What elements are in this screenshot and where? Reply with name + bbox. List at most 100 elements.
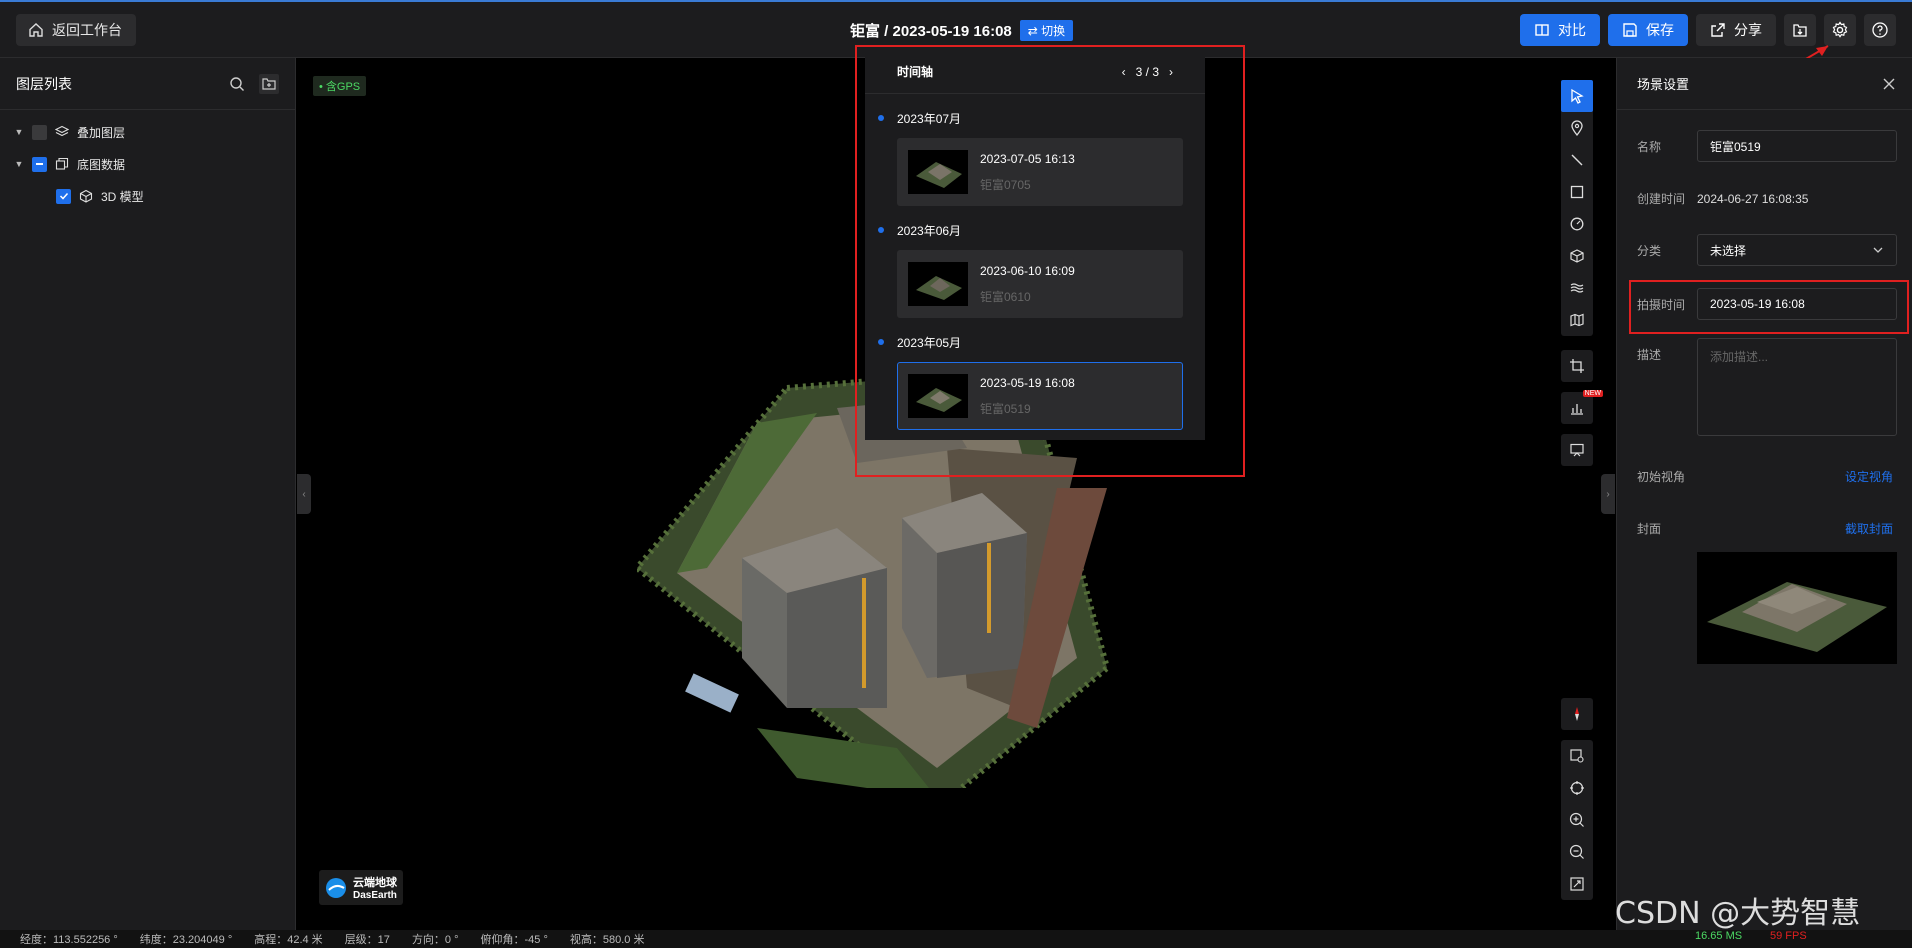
chart-toolbar: NEW <box>1561 390 1603 424</box>
settings-header: 场景设置 <box>1617 58 1912 110</box>
collapse-left-panel-button[interactable]: ‹ <box>297 474 311 514</box>
timeline-card[interactable]: 2023-06-10 16:09 钜富0610 <box>897 250 1183 318</box>
shot-time-field[interactable]: 2023-05-19 16:08 <box>1697 288 1897 320</box>
screen-toolbar <box>1561 434 1593 466</box>
layer-panel-title: 图层列表 <box>16 75 72 92</box>
fullscreen-icon <box>1570 877 1584 891</box>
tree-item-overlay[interactable]: ▼ 叠加图层 <box>0 116 295 148</box>
compass-button[interactable] <box>1561 698 1593 730</box>
save-icon <box>1623 23 1637 37</box>
name-field[interactable]: 钜富0519 <box>1697 130 1897 162</box>
map-tool[interactable] <box>1561 304 1593 336</box>
folder-download-icon <box>1793 24 1807 37</box>
heading-readout: 方向：0 ° <box>411 934 459 946</box>
timeline-dot <box>878 115 884 121</box>
description-textarea[interactable]: 添加描述... <box>1697 338 1897 436</box>
name-label: 名称 <box>1637 139 1662 154</box>
collapse-right-panel-button[interactable]: › <box>1601 474 1615 514</box>
draw-toolbar <box>1561 80 1593 336</box>
monitor-icon <box>1570 443 1584 457</box>
dasearth-logo: 云端地球 DasEarth <box>319 870 403 905</box>
timeline-popup: 时间轴 ‹ 3 / 3 › 2023年07月 2023-07-05 16:13 … <box>865 50 1205 440</box>
chevron-left-icon[interactable]: ‹ <box>1122 65 1126 79</box>
scene-name: 钜富0519 <box>980 401 1031 416</box>
category-value: 未选择 <box>1710 243 1747 258</box>
add-folder-button[interactable] <box>259 73 279 94</box>
circle-tool[interactable] <box>1561 208 1593 240</box>
chevron-right-icon[interactable]: › <box>1169 65 1173 79</box>
shot-time-row: 拍摄时间 2023-05-19 16:08 <box>1637 288 1897 320</box>
checkbox-basemap[interactable] <box>32 156 47 172</box>
presentation-tool[interactable] <box>1561 434 1593 466</box>
circle-icon <box>1570 217 1584 231</box>
fullscreen-tool[interactable] <box>1561 868 1593 900</box>
capture-cover-link[interactable]: 截取封面 <box>1845 520 1893 537</box>
zoom-in-tool[interactable] <box>1561 804 1593 836</box>
description-placeholder: 添加描述... <box>1710 350 1769 364</box>
tree-item-3d-model[interactable]: 3D 模型 <box>0 180 295 212</box>
view-height-readout: 视高：580.0 米 <box>569 934 645 946</box>
timeline-month: 2023年07月 <box>865 106 1205 130</box>
timeline-header: 时间轴 ‹ 3 / 3 › <box>865 50 1205 94</box>
chevron-down-icon[interactable]: ▼ <box>14 127 24 137</box>
cursor-icon <box>1571 88 1584 104</box>
initial-view-row: 初始视角 设定视角 <box>1637 468 1893 485</box>
category-row: 分类 未选择 <box>1637 234 1897 266</box>
check-icon <box>59 192 68 200</box>
line-icon <box>1571 154 1583 166</box>
zoom-out-tool[interactable] <box>1561 836 1593 868</box>
checkbox-3d-model[interactable] <box>56 188 71 204</box>
scene-date: 2023-05-19 16:08 <box>980 375 1075 390</box>
home-icon <box>29 23 43 37</box>
view-settings-icon <box>1570 749 1584 763</box>
help-icon <box>1872 22 1888 38</box>
point-tool[interactable] <box>1561 112 1593 144</box>
tree-item-label: 3D 模型 <box>101 189 144 204</box>
zoom-out-icon <box>1569 844 1584 859</box>
timeline-title: 时间轴 <box>897 65 934 79</box>
tree-item-label: 叠加图层 <box>77 125 126 140</box>
close-icon[interactable] <box>1882 77 1896 91</box>
view-settings-tool[interactable] <box>1561 740 1593 772</box>
cover-row: 封面 截取封面 <box>1637 520 1893 537</box>
crop-tool[interactable] <box>1561 350 1593 382</box>
add-folder-icon <box>262 77 276 90</box>
analysis-toolbar <box>1561 350 1593 382</box>
level-readout: 层级：17 <box>344 934 390 946</box>
category-select[interactable]: 未选择 <box>1697 234 1897 266</box>
locate-tool[interactable] <box>1561 772 1593 804</box>
compass-toolbar <box>1561 698 1593 730</box>
rectangle-tool[interactable] <box>1561 176 1593 208</box>
name-value: 钜富0519 <box>1710 139 1761 154</box>
scene-settings-panel: 场景设置 名称 钜富0519 创建时间 2024-06-27 16:08:35 … <box>1616 58 1912 930</box>
line-tool[interactable] <box>1561 144 1593 176</box>
compare-icon <box>1535 24 1549 36</box>
layer-panel: 图层列表 ▼ 叠加图层 ▼ 底图数据 3D 模型 <box>0 58 296 930</box>
save-button[interactable]: 保存 <box>1608 14 1688 46</box>
set-view-link[interactable]: 设定视角 <box>1845 468 1893 485</box>
scene-thumbnail <box>908 374 968 418</box>
month-label: 2023年06月 <box>897 223 962 238</box>
switch-button[interactable]: ⇄ 切换 <box>1019 20 1074 41</box>
copy-stack-icon <box>55 157 69 170</box>
scene-name: 钜富0610 <box>980 289 1031 304</box>
status-bar: 经度：113.552256 ° 纬度：23.204049 ° 高程：42.4 米… <box>0 930 1912 948</box>
timeline-card[interactable]: 2023-07-05 16:13 钜富0705 <box>897 138 1183 206</box>
timeline-dot <box>878 339 884 345</box>
select-tool[interactable] <box>1561 80 1593 112</box>
timeline-card-selected[interactable]: 2023-05-19 16:08 钜富0519 <box>897 362 1183 430</box>
chevron-down-icon[interactable]: ▼ <box>14 159 24 169</box>
compare-button[interactable]: 对比 <box>1520 14 1600 46</box>
help-button[interactable] <box>1864 14 1896 46</box>
compare-label: 对比 <box>1558 22 1586 38</box>
checkbox-overlay[interactable] <box>32 124 47 140</box>
water-tool[interactable] <box>1561 272 1593 304</box>
crosshair-icon <box>1570 781 1584 795</box>
statistics-tool[interactable]: NEW <box>1561 390 1603 424</box>
layer-panel-tools <box>229 73 279 94</box>
volume-tool[interactable] <box>1561 240 1593 272</box>
search-icon[interactable] <box>229 76 245 92</box>
tree-item-basemap[interactable]: ▼ 底图数据 <box>0 148 295 180</box>
gps-badge: • 含GPS <box>313 76 367 96</box>
back-to-workspace-button[interactable]: 返回工作台 <box>16 14 136 46</box>
